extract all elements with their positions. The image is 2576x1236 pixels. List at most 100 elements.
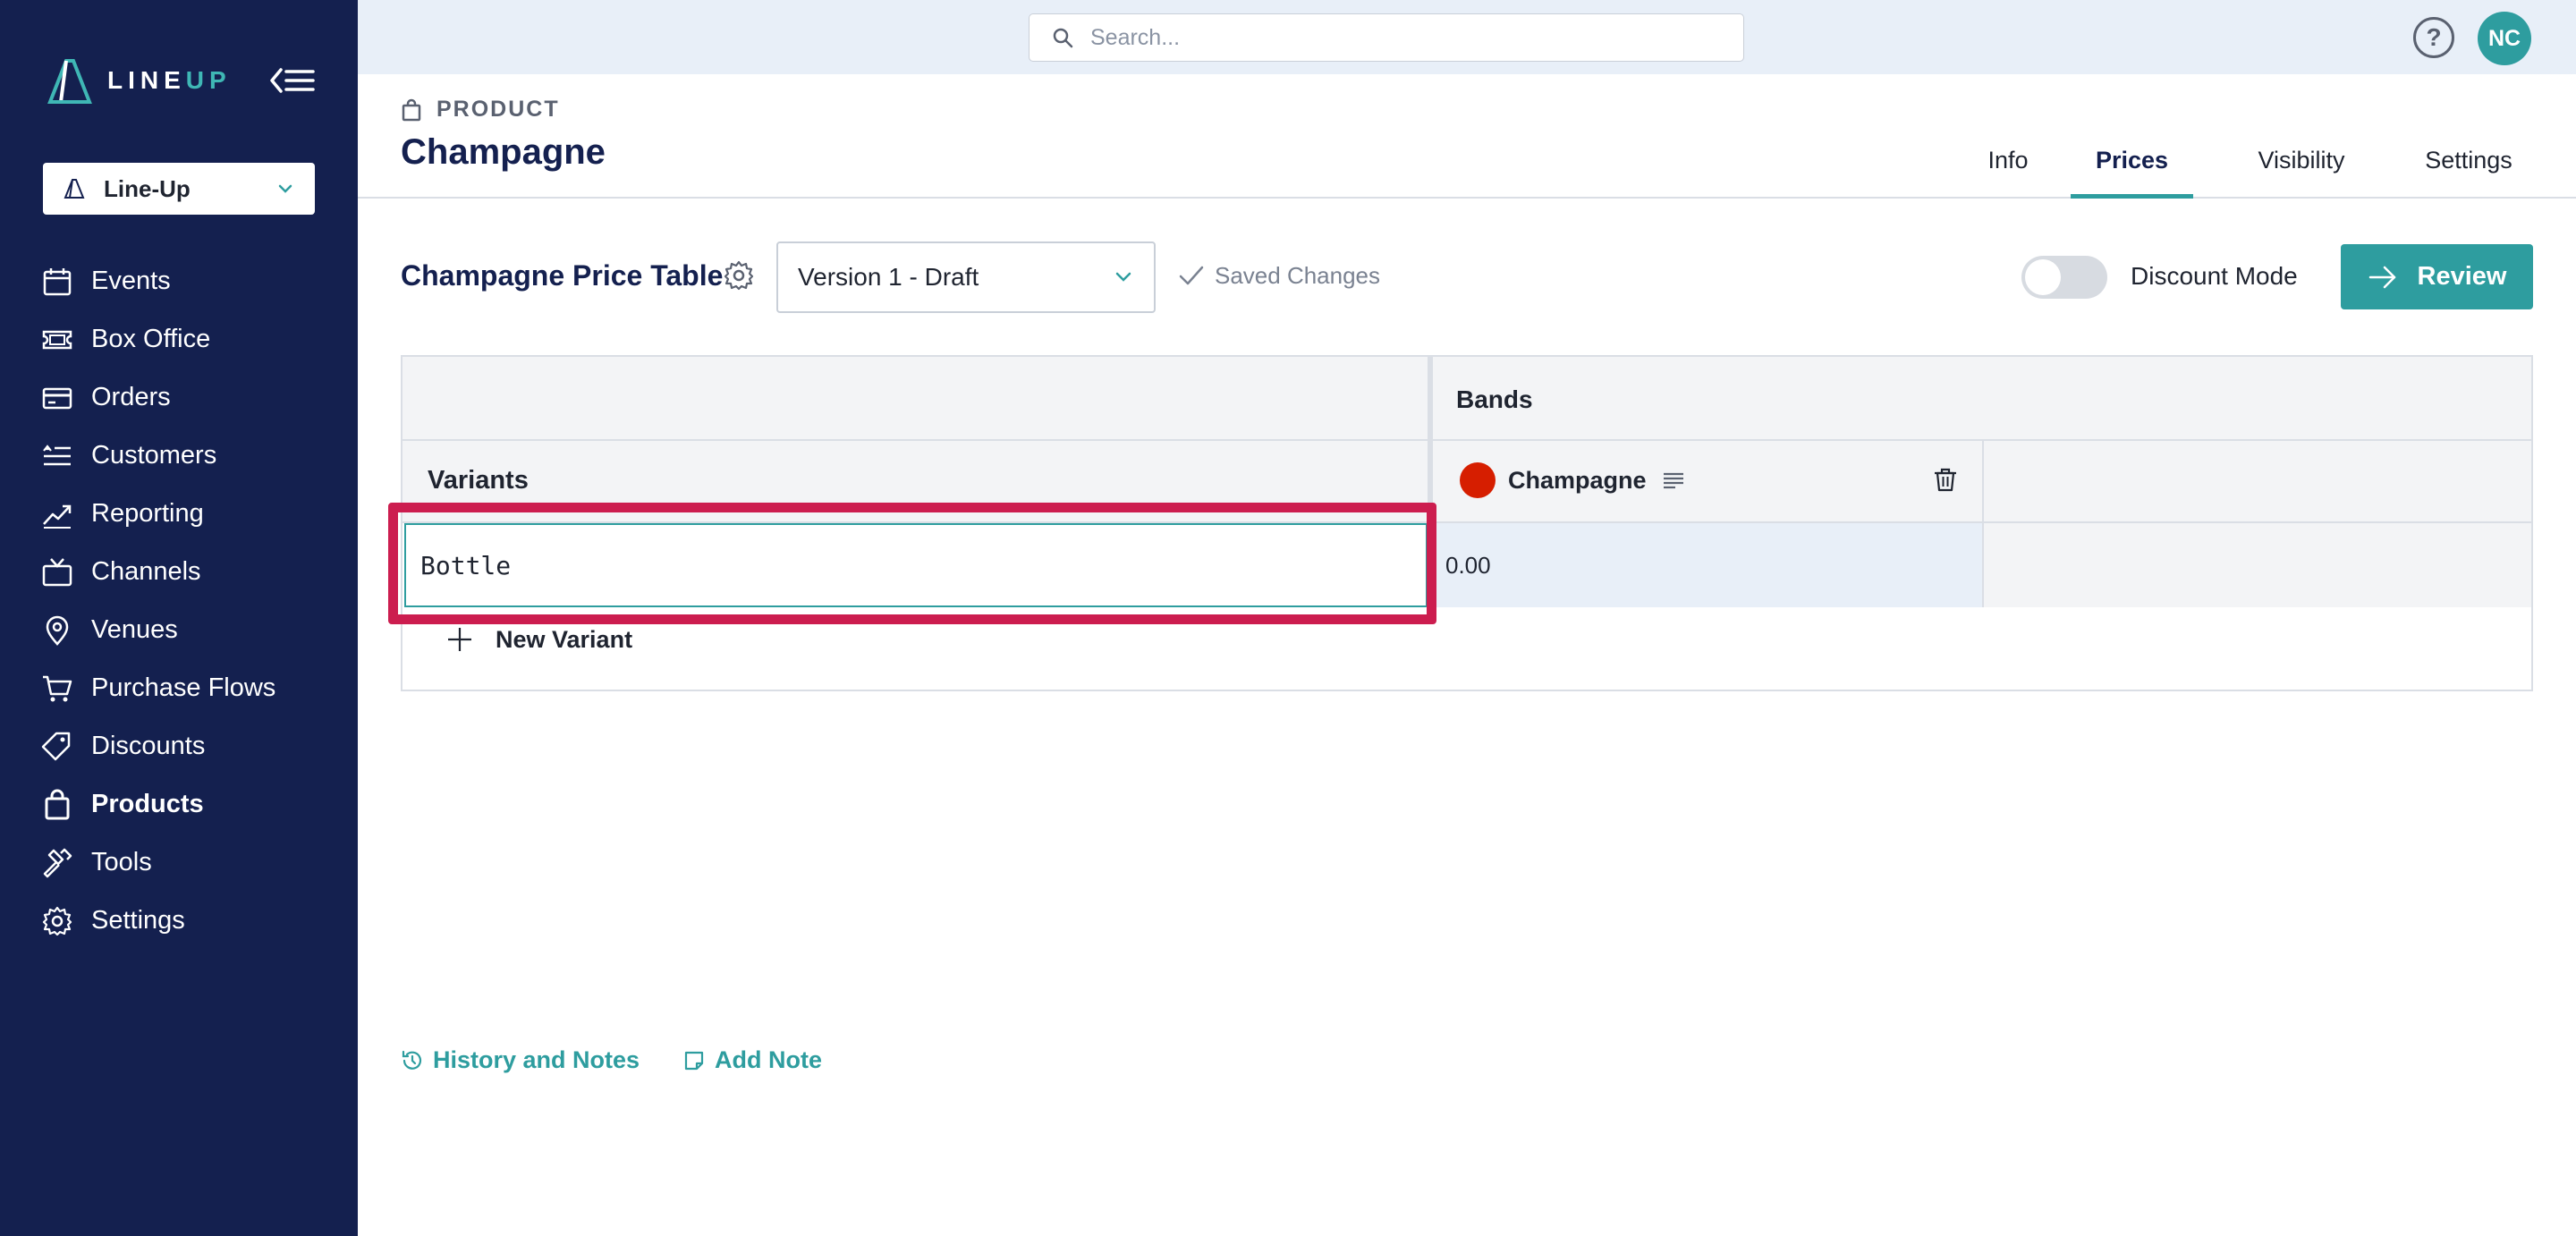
sidebar-item-label: Reporting [91,499,204,528]
sidebar-item-purchase-flows[interactable]: Purchase Flows [41,659,336,717]
trash-icon[interactable] [1932,466,1959,493]
tab-prices[interactable]: Prices [2071,147,2193,199]
entity-type-label: PRODUCT [436,97,560,122]
history-and-notes-link[interactable]: History and Notes [401,1046,640,1074]
version-select[interactable]: Version 1 - Draft [776,241,1156,313]
corner-header [402,357,1428,439]
trend-chart-icon [43,504,72,529]
organization-name: Line-Up [104,174,191,202]
cart-icon [43,675,72,701]
footer-links: History and Notes Add Note [401,1046,865,1074]
tab-visibility[interactable]: Visibility [2230,147,2373,199]
new-variant-label: New Variant [496,625,633,653]
sidebar: LINEUP Line-Up Events Box Office Orders … [0,0,358,1236]
sidebar-item-tools[interactable]: Tools [41,834,336,892]
price-table: Bands Variants Champagne 0.00 New Varian… [401,355,2533,691]
price-table-settings-button[interactable] [723,259,755,292]
lineup-mark-icon [64,179,85,199]
tv-icon [42,557,72,586]
sidebar-item-events[interactable]: Events [41,252,336,310]
toggle-knob [2025,259,2061,295]
help-button[interactable]: ? [2413,17,2454,58]
add-note-label: Add Note [715,1046,823,1073]
add-note-link[interactable]: Add Note [682,1046,822,1074]
variant-name-input[interactable] [404,523,1428,607]
band-name: Champagne [1508,466,1647,494]
new-variant-button[interactable]: New Variant [445,625,632,654]
collapse-sidebar-button[interactable] [270,64,315,97]
price-table-title: Champagne Price Table [401,259,724,292]
sidebar-item-label: Channels [91,557,201,586]
gear-icon [724,260,754,291]
help-icon: ? [2426,23,2442,51]
sidebar-item-settings[interactable]: Settings [41,892,336,950]
map-pin-icon [46,615,69,646]
sidebar-item-label: Orders [91,383,171,411]
sidebar-item-label: Customers [91,441,217,470]
review-button-label: Review [2417,262,2507,291]
collapse-menu-icon [270,68,315,93]
sidebar-item-label: Tools [91,848,152,876]
band-color-swatch[interactable] [1460,462,1496,498]
user-initials: NC [2487,25,2521,51]
sidebar-item-reporting[interactable]: Reporting [41,485,336,543]
tab-label: Prices [2095,147,2169,174]
sidebar-item-discounts[interactable]: Discounts [41,717,336,775]
lineup-logo-icon [47,59,92,104]
divider [402,439,2531,441]
shopping-bag-icon [402,98,421,121]
customers-list-icon [43,444,71,465]
arrow-right-icon [2368,266,2395,288]
discount-mode-label: Discount Mode [2131,262,2298,290]
top-bar: ? NC [358,0,2576,74]
sidebar-item-label: Venues [91,615,178,644]
saved-status: Saved Changes [1177,261,1380,290]
sidebar-item-label: Box Office [91,325,211,353]
version-select-value: Version 1 - Draft [798,263,979,291]
bands-label: Bands [1456,385,1533,413]
search-input[interactable] [1090,24,1699,51]
page-title: Champagne [401,132,606,172]
review-button[interactable]: Review [2341,244,2533,309]
product-tabs: Info Prices Visibility Settings [358,134,2576,199]
sidebar-item-venues[interactable]: Venues [41,601,336,659]
calendar-icon [43,267,72,295]
entity-type: PRODUCT [401,97,560,123]
sidebar-item-orders[interactable]: Orders [41,368,336,427]
logo-text: LINEUP [107,66,232,95]
tab-settings[interactable]: Settings [2406,147,2531,199]
gear-icon [42,906,72,935]
saved-status-label: Saved Changes [1215,261,1381,289]
sidebar-item-channels[interactable]: Channels [41,543,336,601]
sidebar-nav: Events Box Office Orders Customers Repor… [41,252,336,950]
price-cell[interactable]: 0.00 [1433,523,1982,607]
variants-header [402,441,1428,521]
band-header-champagne[interactable]: Champagne [1460,462,1686,498]
sidebar-item-box-office[interactable]: Box Office [41,310,336,368]
bands-header [1433,357,2531,439]
sidebar-item-products[interactable]: Products [41,775,336,834]
tab-label: Settings [2425,147,2512,174]
discount-mode-toggle[interactable] [2021,256,2107,299]
menu-lines-icon[interactable] [1661,468,1686,493]
logo[interactable]: LINEUP [43,54,232,107]
search-icon [1053,28,1073,48]
empty-price-cell[interactable] [1984,523,2531,607]
organization-select[interactable]: Line-Up [43,163,315,215]
variants-label: Variants [428,466,529,495]
sidebar-item-label: Purchase Flows [91,673,276,702]
logo-text-up: UP [185,66,232,94]
user-avatar[interactable]: NC [2478,12,2531,65]
sidebar-item-customers[interactable]: Customers [41,427,336,485]
chevron-down-icon [1115,272,1131,282]
sidebar-item-label: Discounts [91,732,206,760]
history-icon [402,1050,422,1070]
tab-label: Info [1987,147,2029,174]
tab-info[interactable]: Info [1968,147,2048,199]
history-and-notes-label: History and Notes [433,1046,640,1073]
tab-label: Visibility [2258,147,2345,174]
search-box[interactable] [1029,13,1744,62]
credit-card-icon [42,387,72,409]
plus-icon [448,628,471,651]
sidebar-item-label: Products [91,790,204,818]
